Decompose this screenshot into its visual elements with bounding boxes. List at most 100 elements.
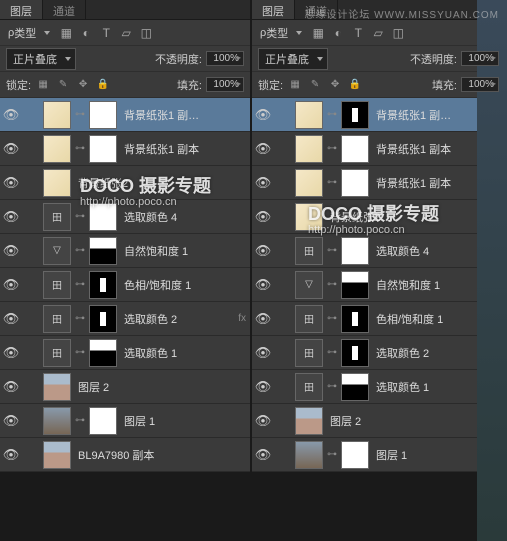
visibility-toggle[interactable]: 👁 [0, 379, 22, 395]
visibility-toggle[interactable]: 👁 [252, 107, 274, 123]
filter-text-icon[interactable]: T [98, 25, 114, 41]
link-icon[interactable]: ⊶ [327, 449, 337, 460]
layer-name[interactable]: 色相/饱和度 1 [124, 277, 191, 293]
visibility-toggle[interactable]: 👁 [252, 413, 274, 429]
layer-name[interactable]: 背景纸张1 副本 [376, 175, 451, 191]
layer-name[interactable]: 选取颜色 4 [124, 209, 177, 225]
link-icon[interactable]: ⊶ [75, 211, 85, 222]
filter-shape-icon[interactable]: ▱ [118, 25, 134, 41]
layer-row[interactable]: 👁 图层 2 [252, 404, 505, 438]
layer-row[interactable]: 👁田⊶色相/饱和度 1 [0, 268, 250, 302]
layer-name[interactable]: 选取颜色 2 [124, 311, 177, 327]
layer-name[interactable]: BL9A7980 副本 [78, 447, 154, 463]
link-icon[interactable]: ⊶ [327, 313, 337, 324]
visibility-toggle[interactable]: 👁 [0, 175, 22, 191]
layer-name[interactable]: 选取颜色 1 [124, 345, 177, 361]
fx-icon[interactable]: fx [238, 313, 246, 324]
link-icon[interactable]: ⊶ [75, 143, 85, 154]
layer-row[interactable]: 👁▽⊶自然饱和度 1 [252, 268, 505, 302]
layer-row[interactable]: 👁 ⊶ 背景纸张1 副本 [252, 166, 505, 200]
layer-row[interactable]: 👁 图层 2 [0, 370, 250, 404]
layer-row[interactable]: 👁田⊶色相/饱和度 1 [252, 302, 505, 336]
layer-name[interactable]: 图层 2 [78, 379, 109, 395]
layer-name[interactable]: 自然饱和度 1 [124, 243, 188, 259]
visibility-toggle[interactable]: 👁 [252, 447, 274, 463]
opacity-input[interactable]: 100% [461, 51, 499, 66]
layer-row[interactable]: 👁 背景纸张2 [252, 200, 505, 234]
blend-mode-select[interactable]: 正片叠底 [258, 48, 328, 70]
visibility-toggle[interactable]: 👁 [0, 447, 22, 463]
link-icon[interactable]: ⊶ [327, 109, 337, 120]
layer-row[interactable]: 👁田⊶选取颜色 2fx [0, 302, 250, 336]
tab-layers[interactable]: 图层 [0, 0, 43, 19]
lock-transparent-icon[interactable]: ▦ [36, 78, 50, 92]
filter-pixel-icon[interactable]: ▦ [58, 25, 74, 41]
filter-adjust-icon[interactable]: ◐ [78, 25, 94, 41]
filter-smart-icon[interactable]: ◫ [138, 25, 154, 41]
filter-type-select[interactable]: ρ 类型 [6, 23, 54, 43]
link-icon[interactable]: ⊶ [75, 313, 85, 324]
layer-row[interactable]: 👁 ⊶ 背景纸张1 副… [252, 98, 505, 132]
visibility-toggle[interactable]: 👁 [0, 209, 22, 225]
layer-row[interactable]: 👁 BL9A7980 副本 [0, 438, 250, 472]
fill-input[interactable]: 100% [461, 77, 499, 92]
layer-name[interactable]: 选取颜色 2 [376, 345, 429, 361]
link-icon[interactable]: ⊶ [75, 279, 85, 290]
layer-name[interactable]: 背景纸张1 副本 [376, 141, 451, 157]
visibility-toggle[interactable]: 👁 [0, 243, 22, 259]
visibility-toggle[interactable]: 👁 [0, 311, 22, 327]
visibility-toggle[interactable]: 👁 [0, 413, 22, 429]
fill-input[interactable]: 100% [206, 77, 244, 92]
lock-position-icon[interactable]: ✥ [76, 78, 90, 92]
lock-all-icon[interactable]: 🔒 [96, 78, 110, 92]
filter-text-icon[interactable]: T [350, 25, 366, 41]
layer-row[interactable]: 👁⊶背景纸张1 副本 [252, 132, 505, 166]
lock-transparent-icon[interactable]: ▦ [288, 78, 302, 92]
visibility-toggle[interactable]: 👁 [252, 175, 274, 191]
lock-all-icon[interactable]: 🔒 [348, 78, 362, 92]
layer-name[interactable]: 背景纸张1 副本 [124, 141, 199, 157]
visibility-toggle[interactable]: 👁 [0, 107, 22, 123]
lock-pixels-icon[interactable]: ✎ [308, 78, 322, 92]
layer-name[interactable]: 图层 1 [124, 413, 155, 429]
layer-name[interactable]: 选取颜色 1 [376, 379, 429, 395]
filter-shape-icon[interactable]: ▱ [370, 25, 386, 41]
visibility-toggle[interactable]: 👁 [252, 311, 274, 327]
layer-row[interactable]: 👁 ⊶ 背景纸张1 副本 [0, 132, 250, 166]
layer-row[interactable]: 👁田⊶选取颜色 4 [0, 200, 250, 234]
layer-row[interactable]: 👁 背景纸张2 [0, 166, 250, 200]
visibility-toggle[interactable]: 👁 [0, 141, 22, 157]
link-icon[interactable]: ⊶ [75, 415, 85, 426]
link-icon[interactable]: ⊶ [75, 109, 85, 120]
layer-name[interactable]: 色相/饱和度 1 [376, 311, 443, 327]
link-icon[interactable]: ⊶ [327, 279, 337, 290]
layer-row[interactable]: 👁 ⊶ 图层 1 [0, 404, 250, 438]
link-icon[interactable]: ⊶ [327, 381, 337, 392]
layer-name[interactable]: 图层 1 [376, 447, 407, 463]
filter-smart-icon[interactable]: ◫ [390, 25, 406, 41]
visibility-toggle[interactable]: 👁 [252, 379, 274, 395]
filter-pixel-icon[interactable]: ▦ [310, 25, 326, 41]
visibility-toggle[interactable]: 👁 [252, 209, 274, 225]
opacity-input[interactable]: 100% [206, 51, 244, 66]
filter-type-select[interactable]: ρ 类型 [258, 23, 306, 43]
visibility-toggle[interactable]: 👁 [252, 141, 274, 157]
layer-name[interactable]: 背景纸张1 副… [376, 107, 451, 123]
layer-row[interactable]: 👁田⊶选取颜色 2fx [252, 336, 505, 370]
visibility-toggle[interactable]: 👁 [0, 345, 22, 361]
visibility-toggle[interactable]: 👁 [0, 277, 22, 293]
tab-layers[interactable]: 图层 [252, 0, 295, 19]
layer-name[interactable]: 图层 2 [330, 413, 361, 429]
link-icon[interactable]: ⊶ [75, 347, 85, 358]
layer-name[interactable]: 背景纸张2 [330, 209, 380, 225]
filter-adjust-icon[interactable]: ◐ [330, 25, 346, 41]
visibility-toggle[interactable]: 👁 [252, 345, 274, 361]
visibility-toggle[interactable]: 👁 [252, 277, 274, 293]
layer-name[interactable]: 背景纸张1 副… [124, 107, 199, 123]
layer-row[interactable]: 👁田⊶选取颜色 4 [252, 234, 505, 268]
layer-row[interactable]: 👁田⊶选取颜色 1 [252, 370, 505, 404]
tab-channels[interactable]: 通道 [43, 0, 86, 19]
link-icon[interactable]: ⊶ [327, 177, 337, 188]
layer-name[interactable]: 背景纸张2 [78, 175, 128, 191]
layer-name[interactable]: 选取颜色 4 [376, 243, 429, 259]
